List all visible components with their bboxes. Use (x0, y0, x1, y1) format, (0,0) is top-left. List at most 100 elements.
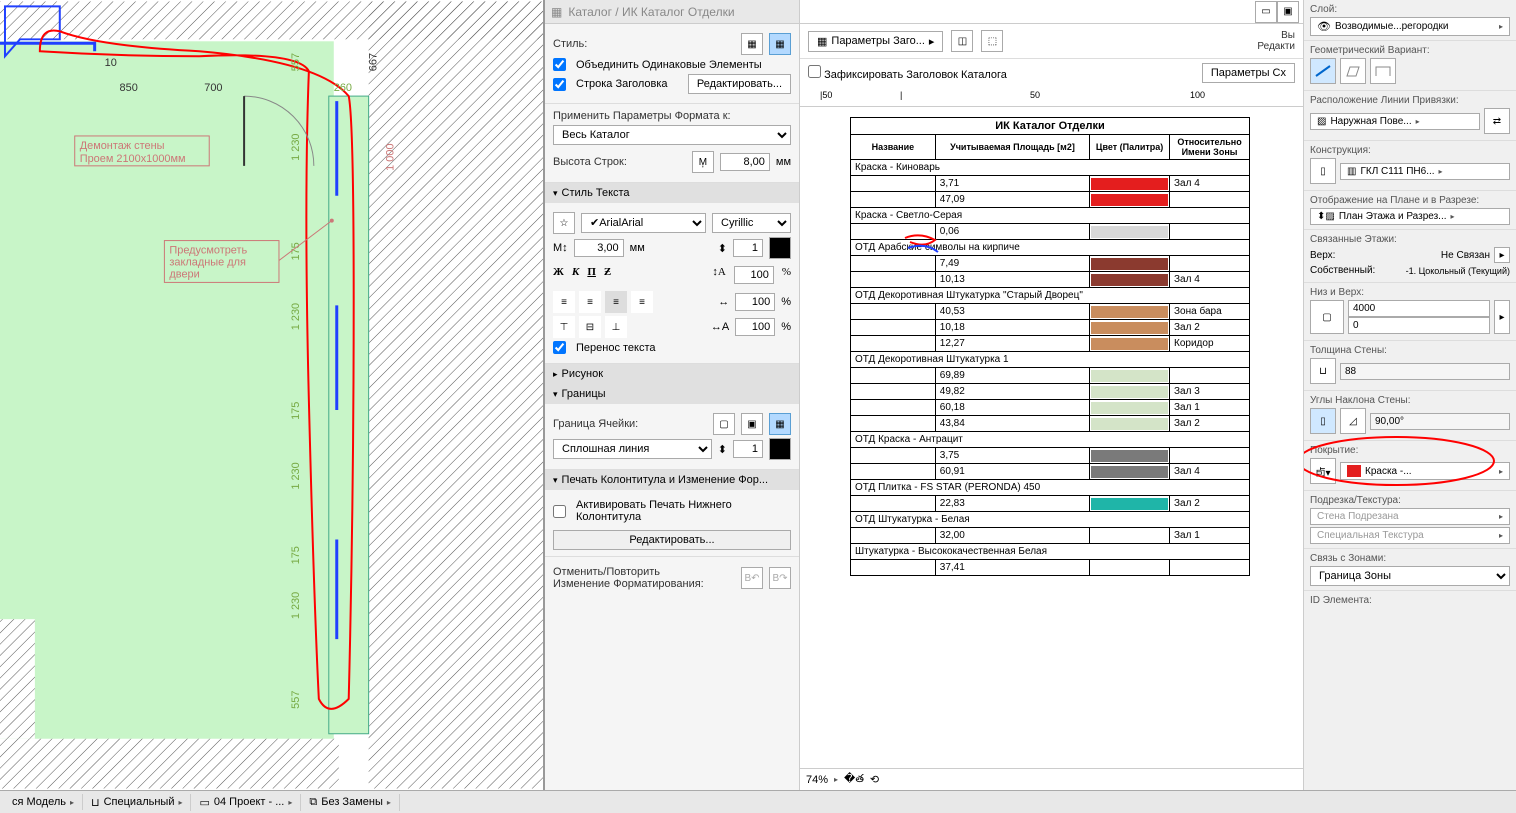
border-all[interactable]: ▦ (769, 413, 791, 435)
table-row[interactable]: 0,06 (851, 224, 1250, 240)
table-row[interactable]: ОТД Плитка - FS STAR (PERONDA) 450 (851, 480, 1250, 496)
spacing-input[interactable] (735, 318, 775, 336)
lock-header-checkbox[interactable] (808, 65, 821, 78)
area-cell[interactable]: 69,89 (935, 368, 1089, 384)
material-header[interactable]: ОТД Декоротивная Штукатурка 1 (851, 352, 1250, 368)
color-cell[interactable] (1090, 448, 1170, 464)
minimize-icon[interactable]: ▭ (1255, 1, 1277, 23)
color-cell[interactable] (1090, 496, 1170, 512)
zone-cell[interactable] (1170, 192, 1250, 208)
material-header[interactable]: Краска - Киноварь (851, 160, 1250, 176)
text-style-collapser[interactable]: Стиль Текста (545, 183, 799, 203)
table-row[interactable]: ОТД Декоротивная Штукатурка "Старый Двор… (851, 288, 1250, 304)
material-header[interactable]: ОТД Краска - Антрацит (851, 432, 1250, 448)
zone-cell[interactable]: Зал 4 (1170, 272, 1250, 288)
angle-vert-icon[interactable]: ▯ (1310, 408, 1336, 434)
table-row[interactable]: 47,09 (851, 192, 1250, 208)
pen-color[interactable] (769, 237, 791, 259)
select-all-icon[interactable]: ⬚ (981, 30, 1003, 52)
table-row[interactable]: 10,13Зал 4 (851, 272, 1250, 288)
layout-option-1[interactable]: ▦ (741, 33, 763, 55)
wrap-checkbox[interactable] (553, 341, 566, 354)
edit-header-button[interactable]: Редактировать... (688, 74, 791, 94)
angle-slant-icon[interactable]: ◿ (1340, 408, 1366, 434)
row-height-icon[interactable]: M͎ (692, 151, 714, 173)
table-row[interactable]: Штукатурка - Высококачественная Белая (851, 544, 1250, 560)
color-cell[interactable] (1090, 224, 1170, 240)
area-cell[interactable]: 60,18 (935, 400, 1089, 416)
construct-type-icon[interactable]: ▯ (1310, 158, 1336, 184)
name-cell[interactable] (851, 176, 936, 192)
border-pen-input[interactable] (733, 440, 763, 458)
edit-footer-button[interactable]: Редактировать... (553, 530, 791, 550)
table-row[interactable]: 69,89 (851, 368, 1250, 384)
table-row[interactable]: 49,82Зал 3 (851, 384, 1250, 400)
align-justify[interactable]: ≡ (631, 291, 653, 313)
name-cell[interactable] (851, 464, 936, 480)
height-more[interactable]: ▸ (1494, 300, 1510, 334)
name-cell[interactable] (851, 400, 936, 416)
area-cell[interactable]: 3,71 (935, 176, 1089, 192)
color-cell[interactable] (1090, 560, 1170, 576)
table-row[interactable]: 10,18Зал 2 (851, 320, 1250, 336)
area-cell[interactable]: 0,06 (935, 224, 1089, 240)
area-cell[interactable]: 60,91 (935, 464, 1089, 480)
vscale-input[interactable] (734, 266, 774, 284)
height-bottom-input[interactable] (1348, 317, 1490, 334)
color-cell[interactable] (1090, 384, 1170, 400)
name-cell[interactable] (851, 272, 936, 288)
material-header[interactable]: ОТД Арабские символы на кирпиче (851, 240, 1250, 256)
align-center[interactable]: ≡ (579, 291, 601, 313)
material-header[interactable]: Штукатурка - Высококачественная Белая (851, 544, 1250, 560)
name-cell[interactable] (851, 192, 936, 208)
color-cell[interactable] (1090, 256, 1170, 272)
display-select[interactable]: ⬍▨План Этажа и Разрез...▸ (1310, 208, 1510, 225)
table-row[interactable]: 12,27Коридор (851, 336, 1250, 352)
color-cell[interactable] (1090, 176, 1170, 192)
zoom-arrow[interactable]: ▸ (834, 775, 838, 784)
zone-cell[interactable]: Зал 2 (1170, 320, 1250, 336)
geom-trap-icon[interactable] (1340, 58, 1366, 84)
select-tool-icon[interactable]: ◫ (951, 30, 973, 52)
apply-scope-select[interactable]: Весь Каталог (553, 125, 791, 145)
table-row[interactable]: ОТД Арабские символы на кирпиче (851, 240, 1250, 256)
name-cell[interactable] (851, 224, 936, 240)
zone-cell[interactable] (1170, 560, 1250, 576)
name-cell[interactable] (851, 368, 936, 384)
zone-cell[interactable]: Зал 1 (1170, 400, 1250, 416)
bold-button[interactable]: Ж (553, 266, 564, 284)
layer-select[interactable]: Возводимые...регородки▸ (1310, 17, 1510, 36)
table-row[interactable]: 7,49 (851, 256, 1250, 272)
table-row[interactable]: 60,91Зал 4 (851, 464, 1250, 480)
material-header[interactable]: Краска - Светло-Серая (851, 208, 1250, 224)
undo-button[interactable]: В↶ (741, 567, 763, 589)
table-row[interactable]: 3,75 (851, 448, 1250, 464)
color-cell[interactable] (1090, 368, 1170, 384)
header-row-checkbox[interactable] (553, 78, 566, 91)
material-header[interactable]: ОТД Плитка - FS STAR (PERONDA) 450 (851, 480, 1250, 496)
status-project[interactable]: ▭04 Проект - ... ▸ (191, 794, 301, 811)
color-cell[interactable] (1090, 528, 1170, 544)
border-color[interactable] (769, 438, 791, 460)
color-cell[interactable] (1090, 192, 1170, 208)
strike-button[interactable]: Ƶ (604, 266, 611, 284)
geom-poly-icon[interactable] (1370, 58, 1396, 84)
trim-wall-button[interactable]: Стена Подрезана▸ (1310, 508, 1510, 525)
encoding-select[interactable]: Cyrillic (712, 213, 791, 233)
zoom-value[interactable]: 74% (806, 774, 828, 786)
zone-cell[interactable]: Зал 3 (1170, 384, 1250, 400)
material-header[interactable]: ОТД Штукатурка - Белая (851, 512, 1250, 528)
hscale-input[interactable] (735, 293, 775, 311)
line-type-select[interactable]: Сплошная линия (553, 439, 712, 459)
height-top-input[interactable] (1348, 300, 1490, 317)
borders-collapser[interactable]: Границы (545, 384, 799, 404)
table-row[interactable]: 3,71Зал 4 (851, 176, 1250, 192)
name-cell[interactable] (851, 528, 936, 544)
table-row[interactable]: 37,41 (851, 560, 1250, 576)
border-outer[interactable]: ▣ (741, 413, 763, 435)
font-size-input[interactable] (574, 239, 624, 257)
area-cell[interactable]: 3,75 (935, 448, 1089, 464)
favorite-icon[interactable]: ☆ (553, 212, 575, 234)
align-right[interactable]: ≡ (605, 291, 627, 313)
align-left[interactable]: ≡ (553, 291, 575, 313)
